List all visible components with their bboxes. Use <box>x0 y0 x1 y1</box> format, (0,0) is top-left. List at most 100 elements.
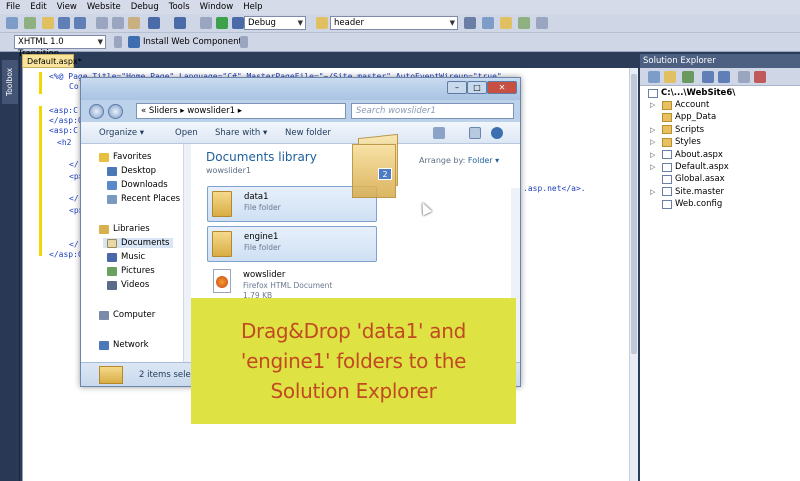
add-item-icon[interactable] <box>24 17 36 29</box>
view-code-icon[interactable] <box>702 71 714 83</box>
tree-item[interactable]: Web.config <box>662 199 722 209</box>
menu-window[interactable]: Window <box>200 2 234 12</box>
find-in-files-icon[interactable] <box>464 17 476 29</box>
document-tab[interactable]: Default.aspx* <box>22 54 82 68</box>
videos-icon <box>107 280 117 290</box>
save-all-icon[interactable] <box>74 17 86 29</box>
menu-help[interactable]: Help <box>243 2 262 12</box>
maximize-button[interactable]: □ <box>467 81 487 94</box>
tree-item[interactable]: About.aspx <box>662 150 723 160</box>
tree-item[interactable]: Styles <box>662 137 701 147</box>
toolbox-icon[interactable] <box>518 17 530 29</box>
navigate-back-icon[interactable] <box>200 17 212 29</box>
file-item-engine1[interactable]: engine1 File folder <box>207 226 377 262</box>
menu-file[interactable]: File <box>6 2 20 12</box>
tree-item[interactable]: Site.master <box>662 187 724 197</box>
back-button[interactable] <box>89 104 104 119</box>
install-web-components-icon[interactable] <box>128 36 140 48</box>
nav-favorites[interactable]: Favorites <box>99 152 151 162</box>
nav-documents[interactable]: Documents <box>103 238 174 248</box>
properties-icon[interactable] <box>482 17 494 29</box>
asp-config-icon[interactable] <box>754 71 766 83</box>
nav-downloads[interactable]: Downloads <box>107 180 168 190</box>
tree-item[interactable]: Account <box>662 100 709 110</box>
nav-desktop[interactable]: Desktop <box>107 166 156 176</box>
open-folder-icon[interactable] <box>42 17 54 29</box>
nav-libraries[interactable]: Libraries <box>99 224 150 234</box>
redo-icon[interactable] <box>174 17 186 29</box>
menu-website[interactable]: Website <box>87 2 121 12</box>
expand-arrow-icon[interactable]: ▷ <box>650 163 655 171</box>
caption-line: 'engine1' folders to the <box>240 349 467 373</box>
solution-explorer-icon[interactable] <box>500 17 512 29</box>
preview-pane-icon[interactable] <box>469 127 481 139</box>
window-titlebar[interactable]: – □ ✕ <box>81 78 520 100</box>
file-item-wowslider[interactable]: wowslider Firefox HTML Document 1.79 KB <box>207 265 377 301</box>
new-folder-button[interactable]: New folder <box>285 128 331 138</box>
tree-item[interactable]: App_Data <box>662 112 716 122</box>
share-with-button[interactable]: Share with ▾ <box>215 128 267 138</box>
editor-scrollbar[interactable] <box>629 68 638 481</box>
properties-icon[interactable] <box>648 71 660 83</box>
view-designer-icon[interactable] <box>718 71 730 83</box>
tree-item[interactable]: Global.asax <box>662 174 725 184</box>
attach-icon[interactable] <box>232 17 244 29</box>
nav-pictures[interactable]: Pictures <box>107 266 155 276</box>
copy-website-icon[interactable] <box>738 71 750 83</box>
install-web-components-button[interactable]: Install Web Components <box>143 37 246 47</box>
close-button[interactable]: ✕ <box>487 81 517 94</box>
paste-icon[interactable] <box>128 17 140 29</box>
solution-config-combo[interactable]: Debug ▼ <box>244 16 306 30</box>
show-all-files-icon[interactable] <box>664 71 676 83</box>
code-line: Co <box>69 82 79 91</box>
toolbox-tab[interactable]: Toolbox <box>2 60 18 104</box>
nav-network[interactable]: Network <box>99 340 149 350</box>
tree-item[interactable]: Scripts <box>662 125 704 135</box>
cut-icon[interactable] <box>96 17 108 29</box>
help-icon[interactable] <box>491 127 503 139</box>
save-icon[interactable] <box>58 17 70 29</box>
start-page-icon[interactable] <box>536 17 548 29</box>
command-bar: Organize ▾ Open Share with ▾ New folder <box>81 122 520 144</box>
tree-item[interactable]: Default.aspx <box>662 162 729 172</box>
expand-arrow-icon[interactable]: ▷ <box>650 126 655 134</box>
nav-recent-places[interactable]: Recent Places <box>107 194 180 204</box>
copy-icon[interactable] <box>112 17 124 29</box>
nav-music[interactable]: Music <box>107 252 145 262</box>
menu-tools[interactable]: Tools <box>169 2 190 12</box>
toolbar-options-icon[interactable] <box>240 36 248 48</box>
expand-arrow-icon[interactable]: ▷ <box>650 151 655 159</box>
undo-icon[interactable] <box>148 17 160 29</box>
views-icon[interactable] <box>433 127 445 139</box>
expand-arrow-icon[interactable]: ▷ <box>650 138 655 146</box>
toolbar-options-icon[interactable] <box>114 36 122 48</box>
tree-item-label: App_Data <box>675 112 717 123</box>
minimize-button[interactable]: – <box>447 81 467 94</box>
menu-edit[interactable]: Edit <box>30 2 46 12</box>
menu-debug[interactable]: Debug <box>131 2 159 12</box>
nav-scrollbar[interactable] <box>183 144 191 362</box>
folder-icon <box>212 231 232 257</box>
navigation-pane: Favorites Desktop Downloads Recent Place… <box>81 144 191 362</box>
find-icon[interactable] <box>316 17 328 29</box>
address-bar[interactable]: « Sliders ▸ wowslider1 ▸ <box>136 103 346 119</box>
computer-icon <box>99 310 109 320</box>
expand-arrow-icon[interactable]: ▷ <box>650 188 655 196</box>
open-button[interactable]: Open <box>175 128 198 138</box>
start-debug-icon[interactable] <box>216 17 228 29</box>
downloads-icon <box>107 180 117 190</box>
arrange-by[interactable]: Arrange by: Folder ▾ <box>419 156 499 165</box>
expand-arrow-icon[interactable]: ▷ <box>650 101 655 109</box>
organize-button[interactable]: Organize ▾ <box>99 128 144 138</box>
nav-videos[interactable]: Videos <box>107 280 149 290</box>
new-project-icon[interactable] <box>6 17 18 29</box>
scroll-thumb[interactable] <box>631 74 637 354</box>
nav-computer[interactable]: Computer <box>99 310 155 320</box>
search-input[interactable]: Search wowslider1 <box>351 103 514 119</box>
menu-view[interactable]: View <box>57 2 77 12</box>
forward-button[interactable] <box>108 104 123 119</box>
tree-root[interactable]: C:\...\WebSite6\ <box>648 88 735 98</box>
refresh-icon[interactable] <box>682 71 694 83</box>
find-combo[interactable]: header ▼ <box>330 16 458 30</box>
doctype-combo[interactable]: XHTML 1.0 Transition ▼ <box>14 35 106 59</box>
